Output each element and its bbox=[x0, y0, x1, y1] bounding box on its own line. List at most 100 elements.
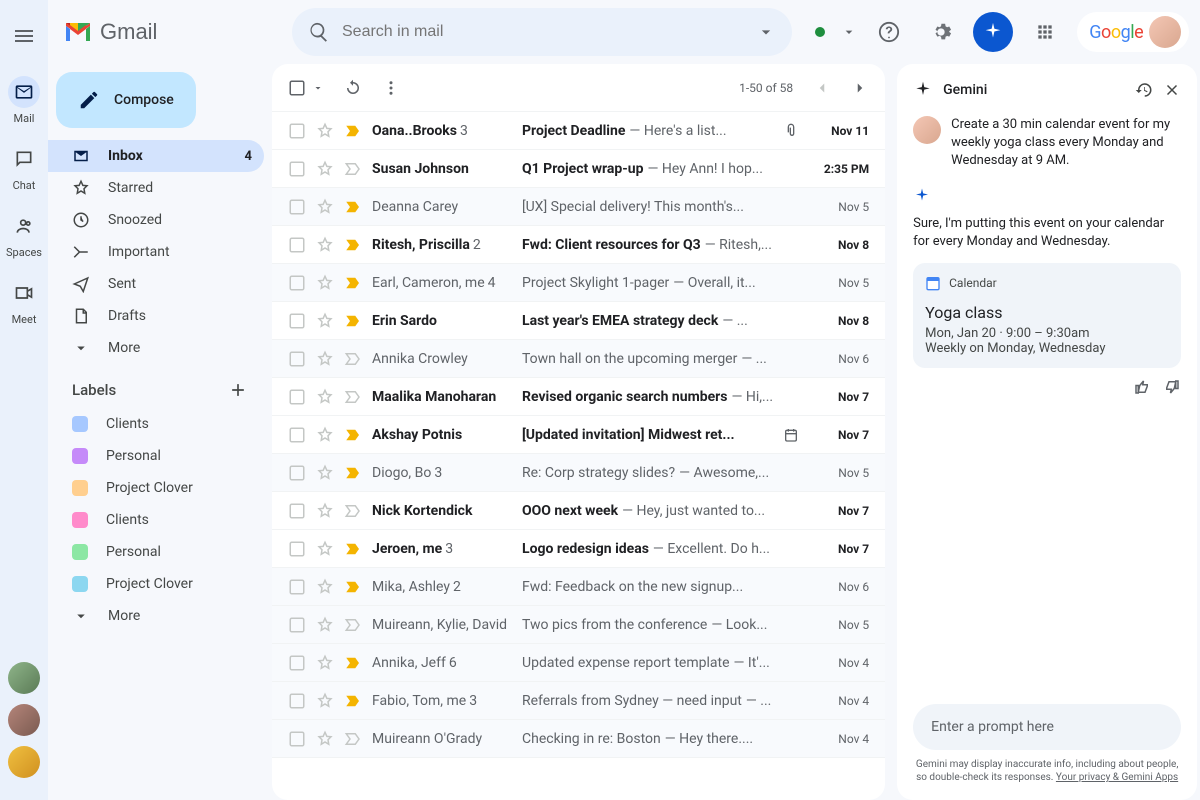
next-page-button[interactable] bbox=[851, 79, 869, 97]
row-important[interactable] bbox=[344, 502, 362, 520]
gemini-calendar-card[interactable]: Calendar Yoga class Mon, Jan 20 · 9:00 –… bbox=[913, 263, 1181, 368]
settings-button[interactable] bbox=[921, 12, 961, 52]
add-label-button[interactable] bbox=[228, 380, 248, 400]
row-checkbox[interactable] bbox=[288, 502, 306, 520]
row-important[interactable] bbox=[344, 198, 362, 216]
label-item[interactable]: Personal bbox=[48, 440, 264, 472]
row-checkbox[interactable] bbox=[288, 578, 306, 596]
row-star[interactable] bbox=[316, 312, 334, 330]
row-checkbox[interactable] bbox=[288, 426, 306, 444]
row-checkbox[interactable] bbox=[288, 350, 306, 368]
email-row[interactable]: Muireann, Kylie, David Two pics from the… bbox=[272, 606, 885, 644]
row-checkbox[interactable] bbox=[288, 198, 306, 216]
email-row[interactable]: Muireann O'Grady Checking in re: Boston … bbox=[272, 720, 885, 758]
row-important[interactable] bbox=[344, 274, 362, 292]
row-star[interactable] bbox=[316, 388, 334, 406]
row-important[interactable] bbox=[344, 426, 362, 444]
status-chevron-icon[interactable] bbox=[841, 24, 857, 40]
row-checkbox[interactable] bbox=[288, 730, 306, 748]
row-checkbox[interactable] bbox=[288, 692, 306, 710]
row-important[interactable] bbox=[344, 616, 362, 634]
row-star[interactable] bbox=[316, 654, 334, 672]
email-row[interactable]: Akshay Potnis [Updated invitation] Midwe… bbox=[272, 416, 885, 454]
label-item[interactable]: Clients bbox=[48, 408, 264, 440]
email-row[interactable]: Earl, Cameron, me4 Project Skylight 1-pa… bbox=[272, 264, 885, 302]
row-checkbox[interactable] bbox=[288, 122, 306, 140]
email-row[interactable]: Fabio, Tom, me3 Referrals from Sydney — … bbox=[272, 682, 885, 720]
select-all-checkbox[interactable] bbox=[288, 79, 306, 97]
row-star[interactable] bbox=[316, 160, 334, 178]
gemini-prompt-input[interactable]: Enter a prompt here bbox=[913, 704, 1181, 750]
row-checkbox[interactable] bbox=[288, 236, 306, 254]
row-important[interactable] bbox=[344, 692, 362, 710]
row-important[interactable] bbox=[344, 388, 362, 406]
search-bar[interactable] bbox=[292, 8, 792, 56]
rail-avatar-3[interactable] bbox=[8, 746, 40, 778]
email-row[interactable]: Erin Sardo Last year's EMEA strategy dec… bbox=[272, 302, 885, 340]
email-row[interactable]: Deanna Carey [UX] Special delivery! This… bbox=[272, 188, 885, 226]
row-checkbox[interactable] bbox=[288, 654, 306, 672]
thumbs-down-button[interactable] bbox=[1163, 378, 1181, 396]
row-important[interactable] bbox=[344, 578, 362, 596]
row-important[interactable] bbox=[344, 654, 362, 672]
search-input[interactable] bbox=[342, 23, 744, 41]
email-row[interactable]: Ritesh, Priscilla2 Fwd: Client resources… bbox=[272, 226, 885, 264]
row-star[interactable] bbox=[316, 426, 334, 444]
nav-inbox[interactable]: Inbox4 bbox=[48, 140, 264, 172]
refresh-button[interactable] bbox=[344, 79, 362, 97]
row-checkbox[interactable] bbox=[288, 616, 306, 634]
email-row[interactable]: Jeroen, me3 Logo redesign ideas — Excell… bbox=[272, 530, 885, 568]
label-item[interactable]: More bbox=[48, 600, 264, 632]
row-star[interactable] bbox=[316, 274, 334, 292]
rail-spaces[interactable]: Spaces bbox=[6, 210, 42, 259]
gemini-button[interactable] bbox=[973, 12, 1013, 52]
email-row[interactable]: Annika, Jeff6 Updated expense report tem… bbox=[272, 644, 885, 682]
row-checkbox[interactable] bbox=[288, 540, 306, 558]
row-important[interactable] bbox=[344, 350, 362, 368]
row-star[interactable] bbox=[316, 198, 334, 216]
row-star[interactable] bbox=[316, 350, 334, 368]
email-row[interactable]: Diogo, Bo3 Re: Corp strategy slides? — A… bbox=[272, 454, 885, 492]
label-item[interactable]: Project Clover bbox=[48, 472, 264, 504]
row-important[interactable] bbox=[344, 540, 362, 558]
row-checkbox[interactable] bbox=[288, 464, 306, 482]
row-checkbox[interactable] bbox=[288, 274, 306, 292]
nav-snoozed[interactable]: Snoozed bbox=[48, 204, 264, 236]
email-row[interactable]: Annika Crowley Town hall on the upcoming… bbox=[272, 340, 885, 378]
gemini-close-button[interactable] bbox=[1163, 81, 1181, 99]
row-important[interactable] bbox=[344, 464, 362, 482]
compose-button[interactable]: Compose bbox=[56, 72, 196, 128]
label-item[interactable]: Personal bbox=[48, 536, 264, 568]
row-star[interactable] bbox=[316, 616, 334, 634]
row-star[interactable] bbox=[316, 236, 334, 254]
nav-sent[interactable]: Sent bbox=[48, 268, 264, 300]
row-important[interactable] bbox=[344, 122, 362, 140]
row-checkbox[interactable] bbox=[288, 160, 306, 178]
prev-page-button[interactable] bbox=[813, 79, 831, 97]
nav-starred[interactable]: Starred bbox=[48, 172, 264, 204]
row-star[interactable] bbox=[316, 122, 334, 140]
row-star[interactable] bbox=[316, 464, 334, 482]
row-star[interactable] bbox=[316, 692, 334, 710]
main-menu-button[interactable] bbox=[0, 12, 48, 60]
row-star[interactable] bbox=[316, 578, 334, 596]
nav-drafts[interactable]: Drafts bbox=[48, 300, 264, 332]
search-options-icon[interactable] bbox=[756, 22, 776, 42]
row-star[interactable] bbox=[316, 502, 334, 520]
rail-avatar-1[interactable] bbox=[8, 662, 40, 694]
gmail-logo[interactable]: Gmail bbox=[64, 19, 284, 45]
row-important[interactable] bbox=[344, 236, 362, 254]
apps-button[interactable] bbox=[1025, 12, 1065, 52]
row-checkbox[interactable] bbox=[288, 312, 306, 330]
rail-avatar-2[interactable] bbox=[8, 704, 40, 736]
email-row[interactable]: Nick Kortendick OOO next week — Hey, jus… bbox=[272, 492, 885, 530]
row-star[interactable] bbox=[316, 730, 334, 748]
more-button[interactable] bbox=[382, 79, 400, 97]
label-item[interactable]: Project Clover bbox=[48, 568, 264, 600]
account-pill[interactable]: Google bbox=[1077, 12, 1189, 52]
row-important[interactable] bbox=[344, 730, 362, 748]
rail-chat[interactable]: Chat bbox=[8, 143, 40, 192]
gemini-history-button[interactable] bbox=[1135, 81, 1153, 99]
row-star[interactable] bbox=[316, 540, 334, 558]
help-button[interactable] bbox=[869, 12, 909, 52]
